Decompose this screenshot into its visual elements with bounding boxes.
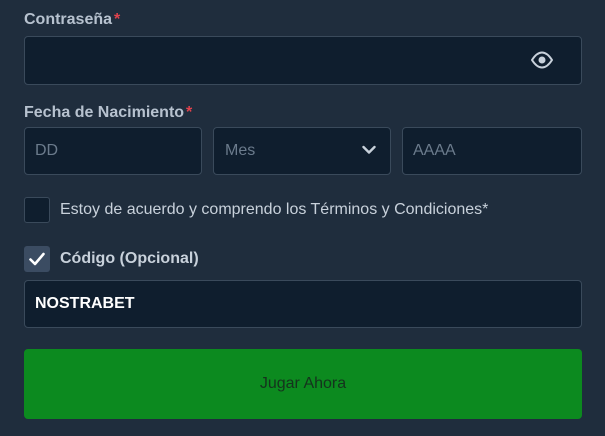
play-now-button[interactable]: Jugar Ahora xyxy=(24,349,582,419)
day-field[interactable] xyxy=(24,127,202,175)
promo-label[interactable]: Código (Opcional) xyxy=(60,250,199,268)
password-label: Contraseña * xyxy=(24,11,120,29)
required-mark: * xyxy=(186,104,193,121)
promo-code-field[interactable]: NOSTRABET xyxy=(24,280,582,328)
birthdate-label: Fecha de Nacimiento * xyxy=(24,104,192,122)
day-input[interactable] xyxy=(25,128,201,174)
month-select[interactable]: Mes xyxy=(213,127,391,175)
promo-checkbox[interactable] xyxy=(24,246,50,272)
password-label-text: Contraseña xyxy=(24,11,113,28)
birthdate-label-text: Fecha de Nacimiento xyxy=(24,104,185,121)
password-field[interactable] xyxy=(24,36,582,85)
promo-code-value[interactable]: NOSTRABET xyxy=(35,281,135,327)
eye-icon[interactable] xyxy=(531,51,553,69)
password-input[interactable] xyxy=(25,37,581,84)
year-input[interactable] xyxy=(403,128,581,174)
terms-checkbox[interactable] xyxy=(24,197,50,223)
terms-label[interactable]: Estoy de acuerdo y comprendo los Término… xyxy=(60,201,488,219)
month-select-value: Mes xyxy=(225,142,256,159)
required-mark: * xyxy=(114,11,121,28)
chevron-down-icon xyxy=(362,145,376,154)
year-field[interactable] xyxy=(402,127,582,175)
check-icon xyxy=(29,252,45,266)
